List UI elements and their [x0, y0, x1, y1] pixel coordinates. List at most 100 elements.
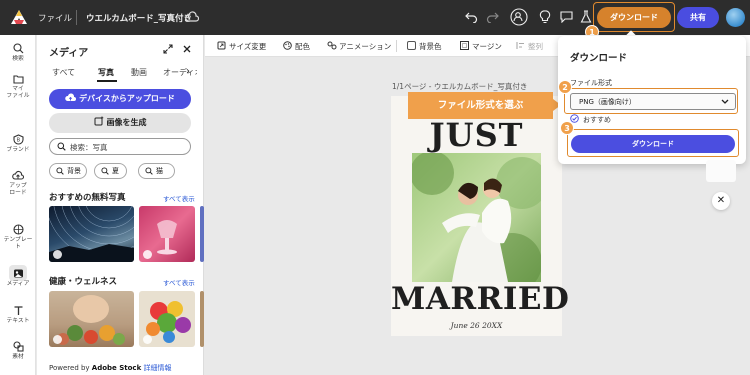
divider	[396, 40, 397, 52]
generate-button-label: 画像を生成	[106, 118, 147, 127]
rail-item-search[interactable]: 検索	[0, 43, 36, 63]
rail-item-media[interactable]: メディア	[0, 268, 36, 288]
rail-label: 検索	[12, 56, 24, 62]
tab-video[interactable]: 動画	[131, 67, 147, 78]
step-badge-2: 2	[558, 80, 572, 94]
text-icon	[14, 306, 22, 315]
premium-badge-icon	[143, 335, 152, 344]
bulb-icon[interactable]	[539, 10, 551, 24]
background-swatch-icon	[407, 41, 416, 50]
learn-more-link[interactable]: 詳細情報	[143, 364, 171, 372]
chip-label: 背景	[67, 167, 81, 175]
folder-icon	[12, 75, 24, 84]
close-icon[interactable]: ✕	[712, 192, 730, 210]
upload-button-label: デバイスからアップロード	[79, 94, 175, 103]
file-menu[interactable]: ファイル	[38, 12, 72, 24]
recommended-label: おすすめ	[583, 116, 611, 124]
tab-active-indicator	[97, 80, 117, 82]
generate-image-button[interactable]: 画像を生成	[49, 113, 191, 133]
animation-icon	[327, 41, 337, 50]
shapes-icon	[12, 341, 24, 352]
redo-icon[interactable]	[486, 10, 499, 23]
section-title-free-photos: おすすめの無料写真	[49, 193, 126, 203]
popover-title: ダウンロード	[570, 53, 628, 64]
search-value: 検索：写真	[70, 143, 108, 152]
chip-label: 夏	[112, 167, 119, 175]
photo-thumbnail-pink-dessert[interactable]	[139, 206, 195, 262]
add-user-icon[interactable]	[510, 8, 528, 26]
chip-summer[interactable]: 夏	[94, 163, 127, 179]
upload-cloud-icon	[65, 93, 77, 101]
media-icon	[13, 269, 23, 278]
see-all-link[interactable]: すべて表示	[163, 193, 195, 203]
rail-item-upload[interactable]: アップ ロード	[0, 170, 36, 197]
page-label: 1/1ページ - ウエルカムボード_写真付き	[392, 82, 528, 91]
resize-button[interactable]: サイズ変更	[217, 41, 266, 52]
premium-badge-icon	[53, 335, 62, 344]
undo-icon[interactable]	[465, 10, 478, 23]
svg-text:B: B	[16, 138, 20, 144]
rail-item-templates[interactable]: テンプレー ト	[0, 224, 36, 251]
adobe-stock-brand: Adobe Stock	[91, 364, 142, 372]
card-heading-top[interactable]: JUST	[391, 116, 562, 154]
color-button[interactable]: 配色	[283, 41, 310, 52]
see-all-link[interactable]: すべて表示	[163, 277, 195, 287]
chevron-right-icon[interactable]: ›	[186, 66, 190, 77]
media-tabs: すべて 写真 動画 オーディオ	[49, 67, 199, 82]
margin-button[interactable]: マージン	[460, 41, 502, 52]
rail-label: テキスト	[6, 318, 30, 324]
avatar[interactable]	[726, 8, 745, 27]
tab-all[interactable]: すべて	[52, 67, 75, 78]
panel-title: メディア	[49, 48, 89, 59]
cloud-icon	[185, 11, 199, 22]
flask-icon[interactable]	[580, 10, 592, 24]
card-heading-bottom[interactable]: MARRIED	[391, 281, 569, 317]
search-icon	[145, 167, 153, 175]
chip-background[interactable]: 背景	[49, 163, 87, 179]
file-format-highlight	[564, 88, 738, 114]
margin-icon	[460, 41, 469, 50]
wedding-photo[interactable]	[412, 153, 541, 282]
rail-item-brand[interactable]: B ブランド	[0, 134, 36, 154]
animation-button[interactable]: アニメーション	[327, 41, 391, 52]
comment-icon[interactable]	[560, 10, 573, 23]
wedding-couple-image	[412, 153, 541, 282]
expand-icon[interactable]	[163, 44, 173, 54]
brand-icon: B	[12, 134, 24, 145]
photo-thumbnail-partial[interactable]	[200, 291, 204, 347]
upload-from-device-button[interactable]: デバイスからアップロード	[49, 89, 191, 109]
share-button[interactable]: 共有	[677, 7, 719, 28]
file-format-label: ファイル形式	[570, 79, 612, 87]
media-search-input[interactable]: 検索：写真	[49, 138, 191, 155]
rail-label: マイ ファイル	[6, 86, 30, 100]
tab-audio[interactable]: オーディオ	[163, 67, 197, 78]
photo-thumbnail-star-trails[interactable]	[49, 206, 134, 262]
image-sparkle-icon	[94, 116, 103, 126]
chip-cat[interactable]: 猫	[138, 163, 175, 179]
document-title[interactable]: ウエルカムボード_写真付き	[86, 12, 192, 24]
powered-by-footer: Powered by Adobe Stock 詳細情報	[49, 363, 171, 373]
section-title-wellness: 健康・ウェルネス	[49, 277, 118, 287]
rail-label: アップ ロード	[9, 183, 27, 197]
divider	[76, 10, 77, 25]
background-color-button[interactable]: 背景色	[407, 41, 442, 52]
arrange-button[interactable]: 整列	[516, 41, 543, 52]
card-date[interactable]: June 26 20XX	[391, 321, 562, 330]
adobe-express-logo[interactable]	[11, 10, 27, 24]
welcome-board-page[interactable]: JUST MARRIED June 26 20XX	[391, 96, 569, 336]
resize-icon	[217, 41, 226, 50]
rail-item-elements[interactable]: 素材	[0, 341, 36, 361]
step-badge-3: 3	[560, 121, 574, 135]
photo-thumbnail-partial[interactable]	[200, 206, 204, 262]
arrange-icon	[516, 42, 524, 49]
photo-thumbnail-fruit-bowl[interactable]	[139, 291, 195, 347]
template-icon	[12, 224, 24, 235]
rail-item-my-files[interactable]: マイ ファイル	[0, 74, 36, 100]
premium-badge-icon	[53, 250, 62, 259]
photo-thumbnail-healthy-food[interactable]	[49, 291, 134, 347]
close-icon[interactable]	[182, 44, 192, 54]
search-icon	[12, 43, 23, 54]
tab-photos[interactable]: 写真	[98, 67, 114, 78]
instruction-callout: ファイル形式を選ぶ	[408, 92, 553, 119]
rail-item-text[interactable]: テキスト	[0, 305, 36, 325]
